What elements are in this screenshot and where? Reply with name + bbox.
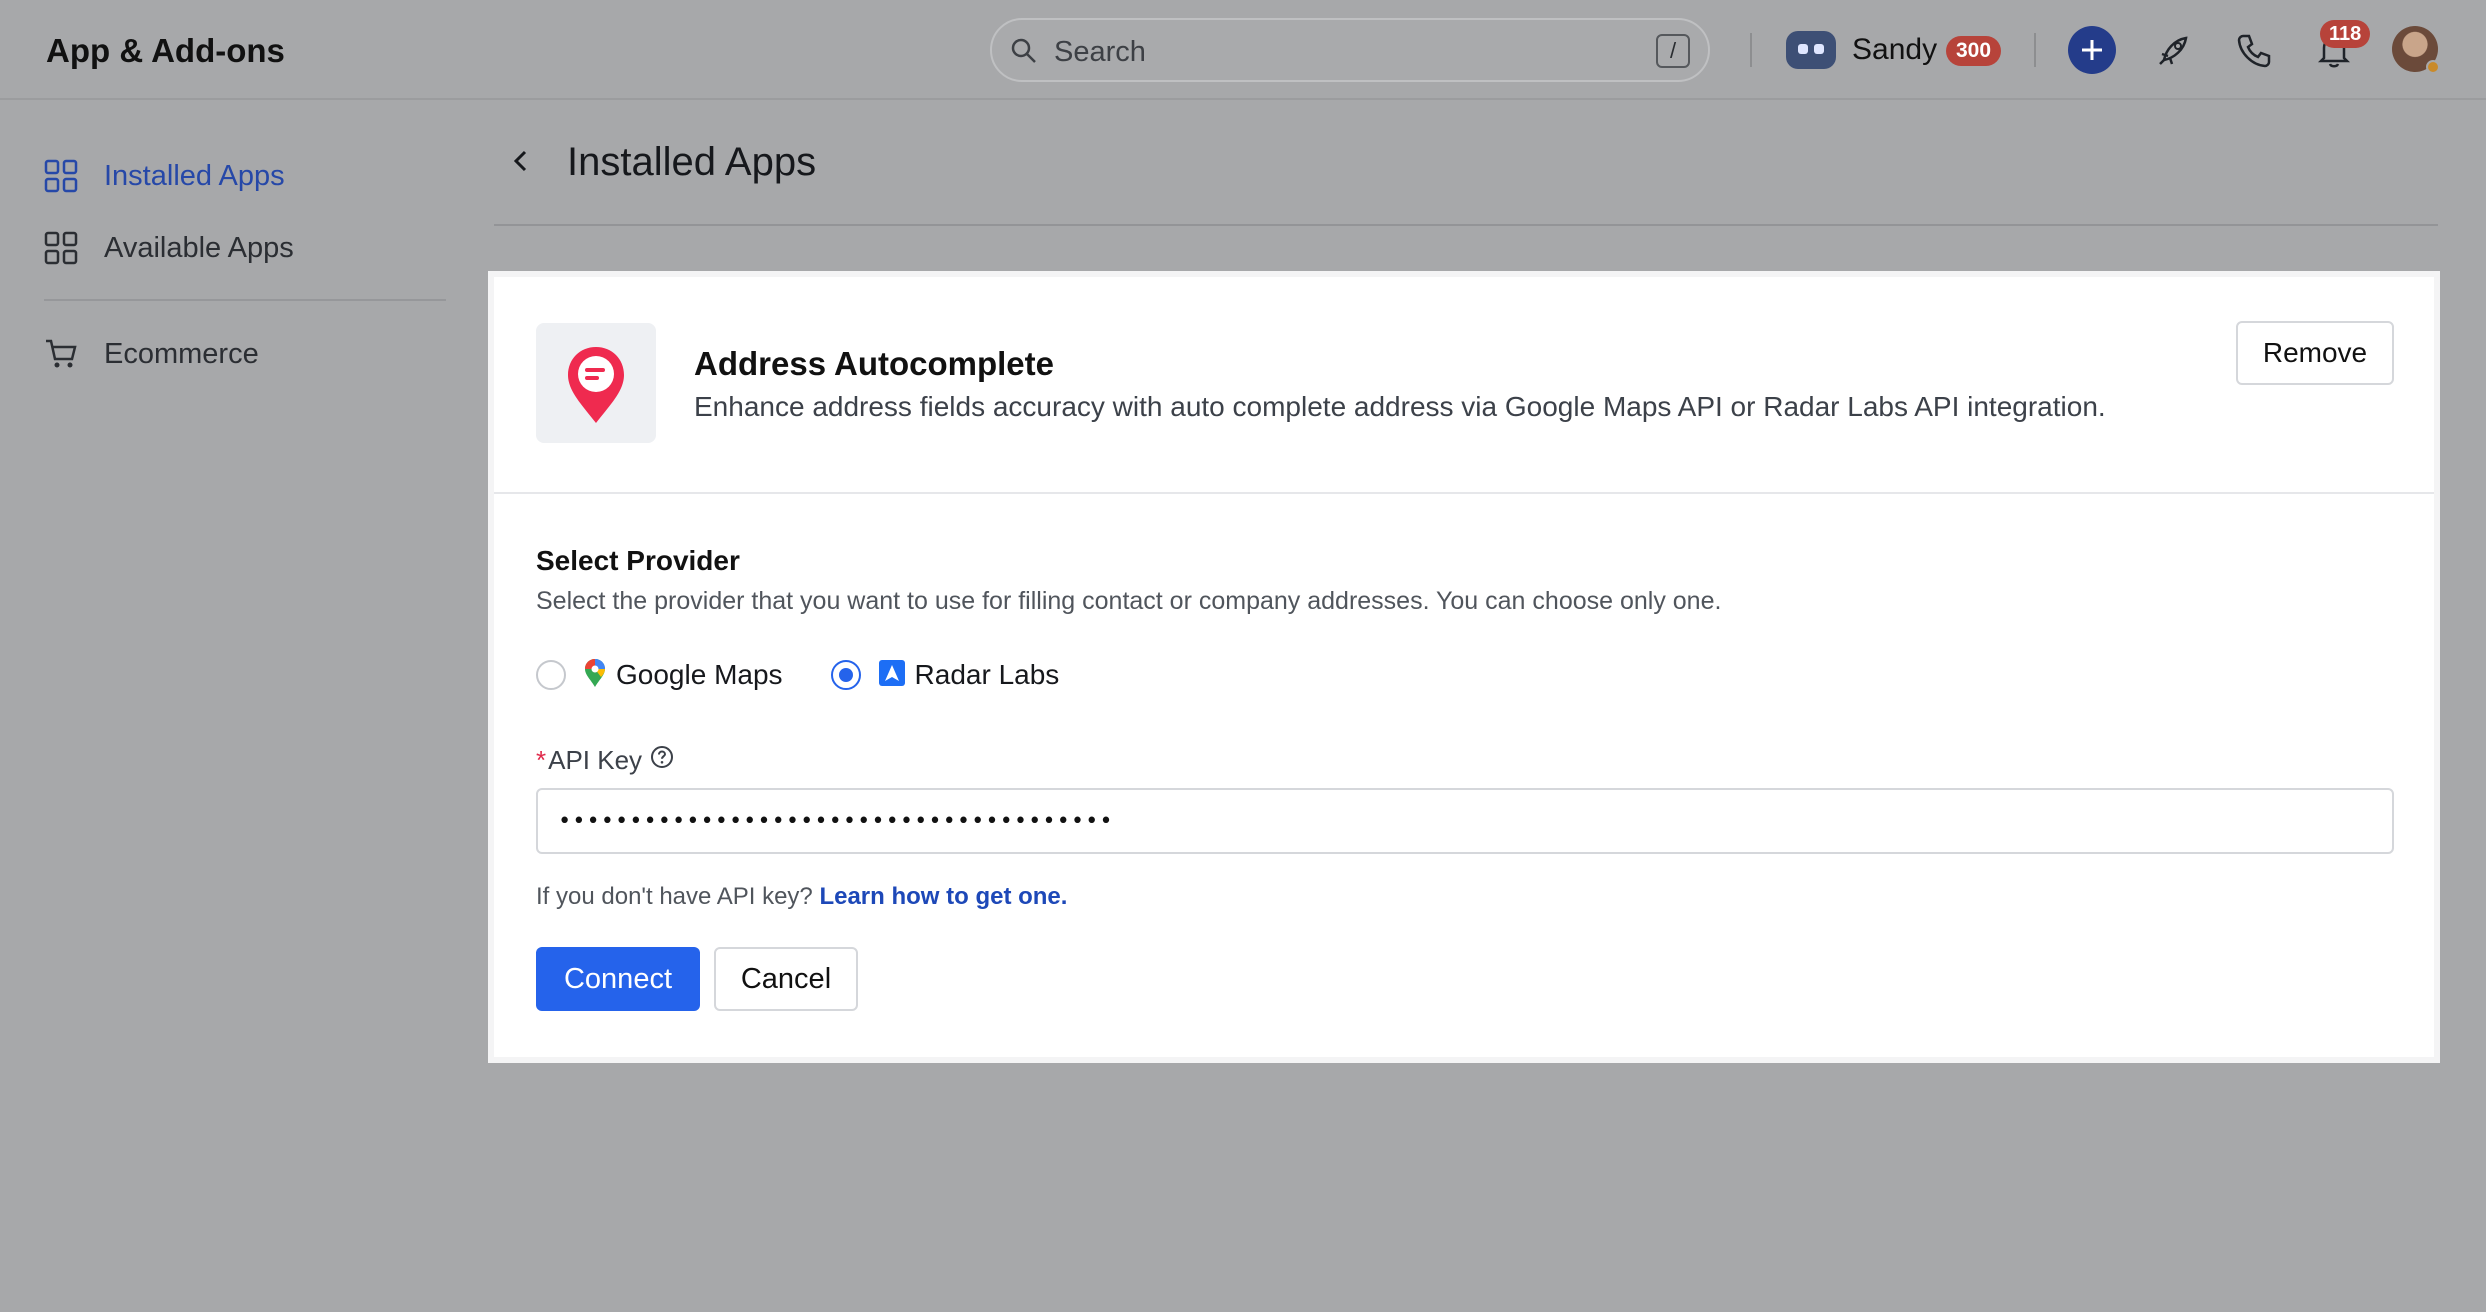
provider-radio-group: Google Maps Radar Labs [536, 655, 1107, 695]
api-key-input[interactable] [536, 788, 2394, 854]
points-badge: 300 [1946, 36, 2002, 66]
required-mark: * [536, 745, 547, 775]
connect-button[interactable]: Connect [536, 947, 700, 1011]
header-divider [2034, 33, 2036, 67]
cart-icon [46, 339, 77, 368]
option-label: Google Maps [616, 659, 783, 690]
option-label: Radar Labs [914, 659, 1060, 690]
chevron-left-icon [513, 150, 527, 172]
status-dot [2426, 60, 2440, 74]
page-title: Installed Apps [567, 140, 817, 184]
search-placeholder: Search [1054, 36, 1146, 68]
sidebar-item-available-apps[interactable]: Available Apps [44, 228, 294, 268]
api-key-label-text: API Key [548, 745, 643, 775]
app-settings-card: Address Autocomplete Enhance address fie… [488, 271, 2440, 1063]
add-new-button[interactable] [2068, 26, 2116, 74]
provider-option-google-maps[interactable]: Google Maps [536, 658, 783, 693]
bot-icon[interactable] [1786, 31, 1836, 69]
help-icon[interactable] [650, 745, 674, 776]
provider-option-radar-labs[interactable]: Radar Labs [830, 659, 1060, 691]
sidebar-item-label: Ecommerce [104, 337, 259, 370]
app-name: Address Autocomplete [694, 345, 1055, 382]
grid-icon [44, 231, 78, 265]
plus-icon [2082, 40, 2102, 60]
grid-icon [44, 159, 78, 193]
sidebar-item-installed-apps[interactable]: Installed Apps [44, 156, 285, 196]
google-maps-icon [584, 658, 606, 693]
back-button[interactable] [506, 146, 536, 176]
search-icon [1010, 37, 1038, 70]
sidebar-divider [44, 299, 446, 301]
app-header: Address Autocomplete Enhance address fie… [494, 277, 2434, 494]
sidebar-item-label: Installed Apps [104, 159, 285, 192]
phone-icon[interactable] [2234, 30, 2274, 70]
search-shortcut-key: / [1656, 34, 1690, 68]
sidebar-item-ecommerce[interactable]: Ecommerce [44, 334, 259, 374]
user-name[interactable]: Sandy [1852, 33, 1937, 67]
top-bar: App & Add-ons Search / Sandy 300 118 [0, 0, 2486, 100]
section-description: Select the provider that you want to use… [536, 587, 1722, 615]
rocket-icon[interactable] [2154, 30, 2194, 70]
section-title: Select Provider [536, 545, 740, 576]
title-divider [494, 224, 2438, 226]
header-divider [1750, 33, 1752, 67]
api-key-label: * API Key [536, 745, 674, 776]
app-title: App & Add-ons [46, 32, 285, 69]
learn-how-link[interactable]: Learn how to get one. [819, 883, 1067, 910]
api-key-hint: If you don't have API key? Learn how to … [536, 883, 1067, 911]
remove-button[interactable]: Remove [2236, 321, 2394, 385]
google-maps-radio[interactable] [536, 660, 566, 690]
search-bar[interactable]: Search / [990, 18, 1710, 82]
hint-text: If you don't have API key? [536, 883, 820, 910]
notification-count-badge: 118 [2320, 20, 2371, 48]
location-pin-icon [568, 347, 624, 423]
app-icon [536, 323, 656, 443]
radar-labs-icon [878, 659, 905, 691]
sidebar-item-label: Available Apps [104, 231, 294, 264]
cancel-button[interactable]: Cancel [714, 947, 858, 1011]
radar-labs-radio[interactable] [830, 660, 861, 690]
app-description: Enhance address fields accuracy with aut… [694, 391, 2106, 422]
